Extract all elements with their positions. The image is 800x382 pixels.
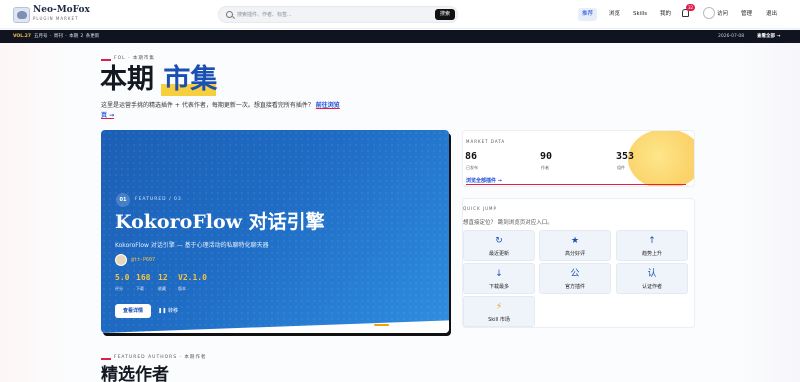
search-button[interactable]: 搜索 — [435, 9, 455, 20]
nav-logout[interactable]: 退出 — [766, 8, 777, 21]
page: Neo-MoFox PLUGIN MARKET 搜索 推荐 浏览 Skills … — [0, 0, 800, 382]
browse-all-plugins-link[interactable]: 浏览全部插件 → — [466, 177, 502, 184]
stat-version-value: V2.1.0 — [178, 273, 207, 282]
featured-description: KokoroFlow 对话引擎 — 基于心理活动的私聊特化聊天器 — [115, 242, 269, 249]
jump-most-downloaded[interactable]: ↓ 下载最多 — [463, 263, 535, 294]
verified-badge-icon: 认 — [647, 269, 657, 279]
stat-favorites-value: 12 — [158, 273, 168, 282]
authors-title: 精选作者 — [101, 365, 169, 382]
tile-label: 高分好评 — [564, 251, 585, 257]
author-name[interactable]: @tt-P607 — [131, 257, 155, 263]
ticker-text: 五月号 · 周刊 · 本期 2 条更新 — [34, 34, 100, 39]
arrow-down-icon: ↓ — [495, 269, 503, 279]
search-bar: 搜索 — [218, 6, 458, 23]
author-avatar[interactable] — [115, 254, 127, 266]
page-title: 本期 市集 — [100, 64, 217, 96]
hero-eyebrow: FOL · 本期市集 — [114, 56, 155, 61]
fox-logo-icon[interactable] — [13, 7, 30, 23]
brand-name[interactable]: Neo-MoFox — [33, 6, 90, 15]
nav-skills[interactable]: Skills — [633, 8, 647, 21]
tile-label: 下载最多 — [488, 284, 509, 290]
nav-recommend[interactable]: 推荐 — [578, 8, 598, 21]
market-label: MARKET DATA — [466, 139, 506, 144]
jump-top-rated[interactable]: ★ 高分好评 — [539, 230, 611, 261]
market-published-label: 已发布 — [466, 165, 478, 170]
quick-jump-card: QUICK JUMP 想直接定位？ 跳到浏览页对应入口。 ↻ 最近更新 ★ 高分… — [462, 198, 695, 328]
featured-title[interactable]: KokoroFlow 对话引擎 — [115, 210, 325, 234]
market-authors-label: 作者 — [541, 165, 549, 170]
nav-browse[interactable]: 浏览 — [609, 8, 620, 21]
carousel-next-button[interactable]: ❚❚ 转移 — [158, 307, 178, 314]
user-avatar[interactable] — [703, 7, 715, 19]
search-icon — [226, 11, 233, 18]
market-rule — [466, 184, 686, 185]
top-header: Neo-MoFox PLUGIN MARKET 搜索 推荐 浏览 Skills … — [0, 0, 800, 29]
hero-intro: 这里是运营手挑的精选插件 + 代表作者，每期更新一次。想直接看完所有插件？ 前往… — [101, 101, 341, 121]
search-input[interactable] — [237, 8, 427, 21]
brand-subtitle: PLUGIN MARKET — [33, 16, 79, 21]
refresh-icon: ↻ — [495, 236, 503, 246]
authors-rule — [101, 358, 111, 360]
stat-downloads-label: 下载 — [136, 286, 144, 291]
stat-downloads-value: 168 — [136, 273, 151, 282]
tile-label: 官方插件 — [564, 284, 585, 290]
jump-verified-authors[interactable]: 认 认证作者 — [616, 263, 688, 294]
jump-skill-market[interactable]: ⚡ Skill 市场 — [463, 296, 535, 327]
title-plain: 本期 — [100, 64, 154, 95]
view-all-link[interactable]: 查看全部 → — [757, 30, 780, 43]
jump-official-plugins[interactable]: 公 官方插件 — [539, 263, 611, 294]
jump-recent-updates[interactable]: ↻ 最近更新 — [463, 230, 535, 261]
market-authors-value: 90 — [540, 151, 553, 162]
lightning-icon: ⚡ — [495, 302, 503, 312]
featured-number: 01 — [116, 193, 130, 207]
stat-rating-value: 5.0 — [115, 273, 130, 282]
arrow-up-icon: ↑ — [648, 236, 656, 246]
tile-label: 趋势上升 — [641, 251, 662, 257]
nav-mine[interactable]: 我的 — [660, 8, 671, 21]
sun-decoration — [628, 131, 694, 186]
authors-eyebrow: FEATURED AUTHORS · 本期作者 — [114, 355, 207, 360]
featured-label: FEATURED / 03 — [135, 197, 182, 202]
market-published-value: 86 — [465, 151, 478, 162]
nav-visit[interactable]: 访问 — [717, 8, 728, 21]
eyebrow-rule — [101, 59, 111, 61]
stat-favorites-label: 收藏 — [158, 286, 166, 291]
ticker-date: 2026-07-08 — [718, 34, 745, 39]
tile-label: Skill 市场 — [488, 317, 510, 323]
official-badge-icon: 公 — [570, 269, 580, 279]
notification-badge: 32 — [686, 4, 695, 11]
tile-label: 认证作者 — [641, 284, 662, 290]
market-data-card: MARKET DATA 86 已发布 90 作者 353 组件 浏览全部插件 → — [462, 130, 695, 187]
quick-jump-label: QUICK JUMP — [463, 206, 497, 211]
star-icon: ★ — [570, 236, 580, 246]
stat-rating-label: 评分 — [115, 286, 123, 291]
featured-card[interactable]: 01 FEATURED / 03 KokoroFlow 对话引擎 KokoroF… — [101, 130, 449, 333]
title-accent: 市集 — [163, 64, 218, 95]
stat-version-label: 版本 — [178, 286, 186, 291]
jump-trending[interactable]: ↑ 趋势上升 — [616, 230, 688, 261]
nav-admin[interactable]: 管理 — [741, 8, 752, 21]
intro-text: 这里是运营手挑的精选插件 + 代表作者，每期更新一次。想直接看完所有插件？ — [101, 102, 314, 109]
issue-ticker: VOL.27 五月号 · 周刊 · 本期 2 条更新 2026-07-08 查看… — [0, 30, 800, 43]
market-components-label: 组件 — [617, 165, 625, 170]
quick-jump-desc: 想直接定位？ 跳到浏览页对应入口。 — [463, 220, 553, 226]
market-components-value: 353 — [616, 151, 635, 162]
view-details-button[interactable]: 查看详情 — [115, 304, 151, 318]
volume-label: VOL.27 — [13, 34, 32, 39]
carousel-indicator[interactable] — [374, 324, 389, 326]
tile-label: 最近更新 — [488, 251, 509, 257]
